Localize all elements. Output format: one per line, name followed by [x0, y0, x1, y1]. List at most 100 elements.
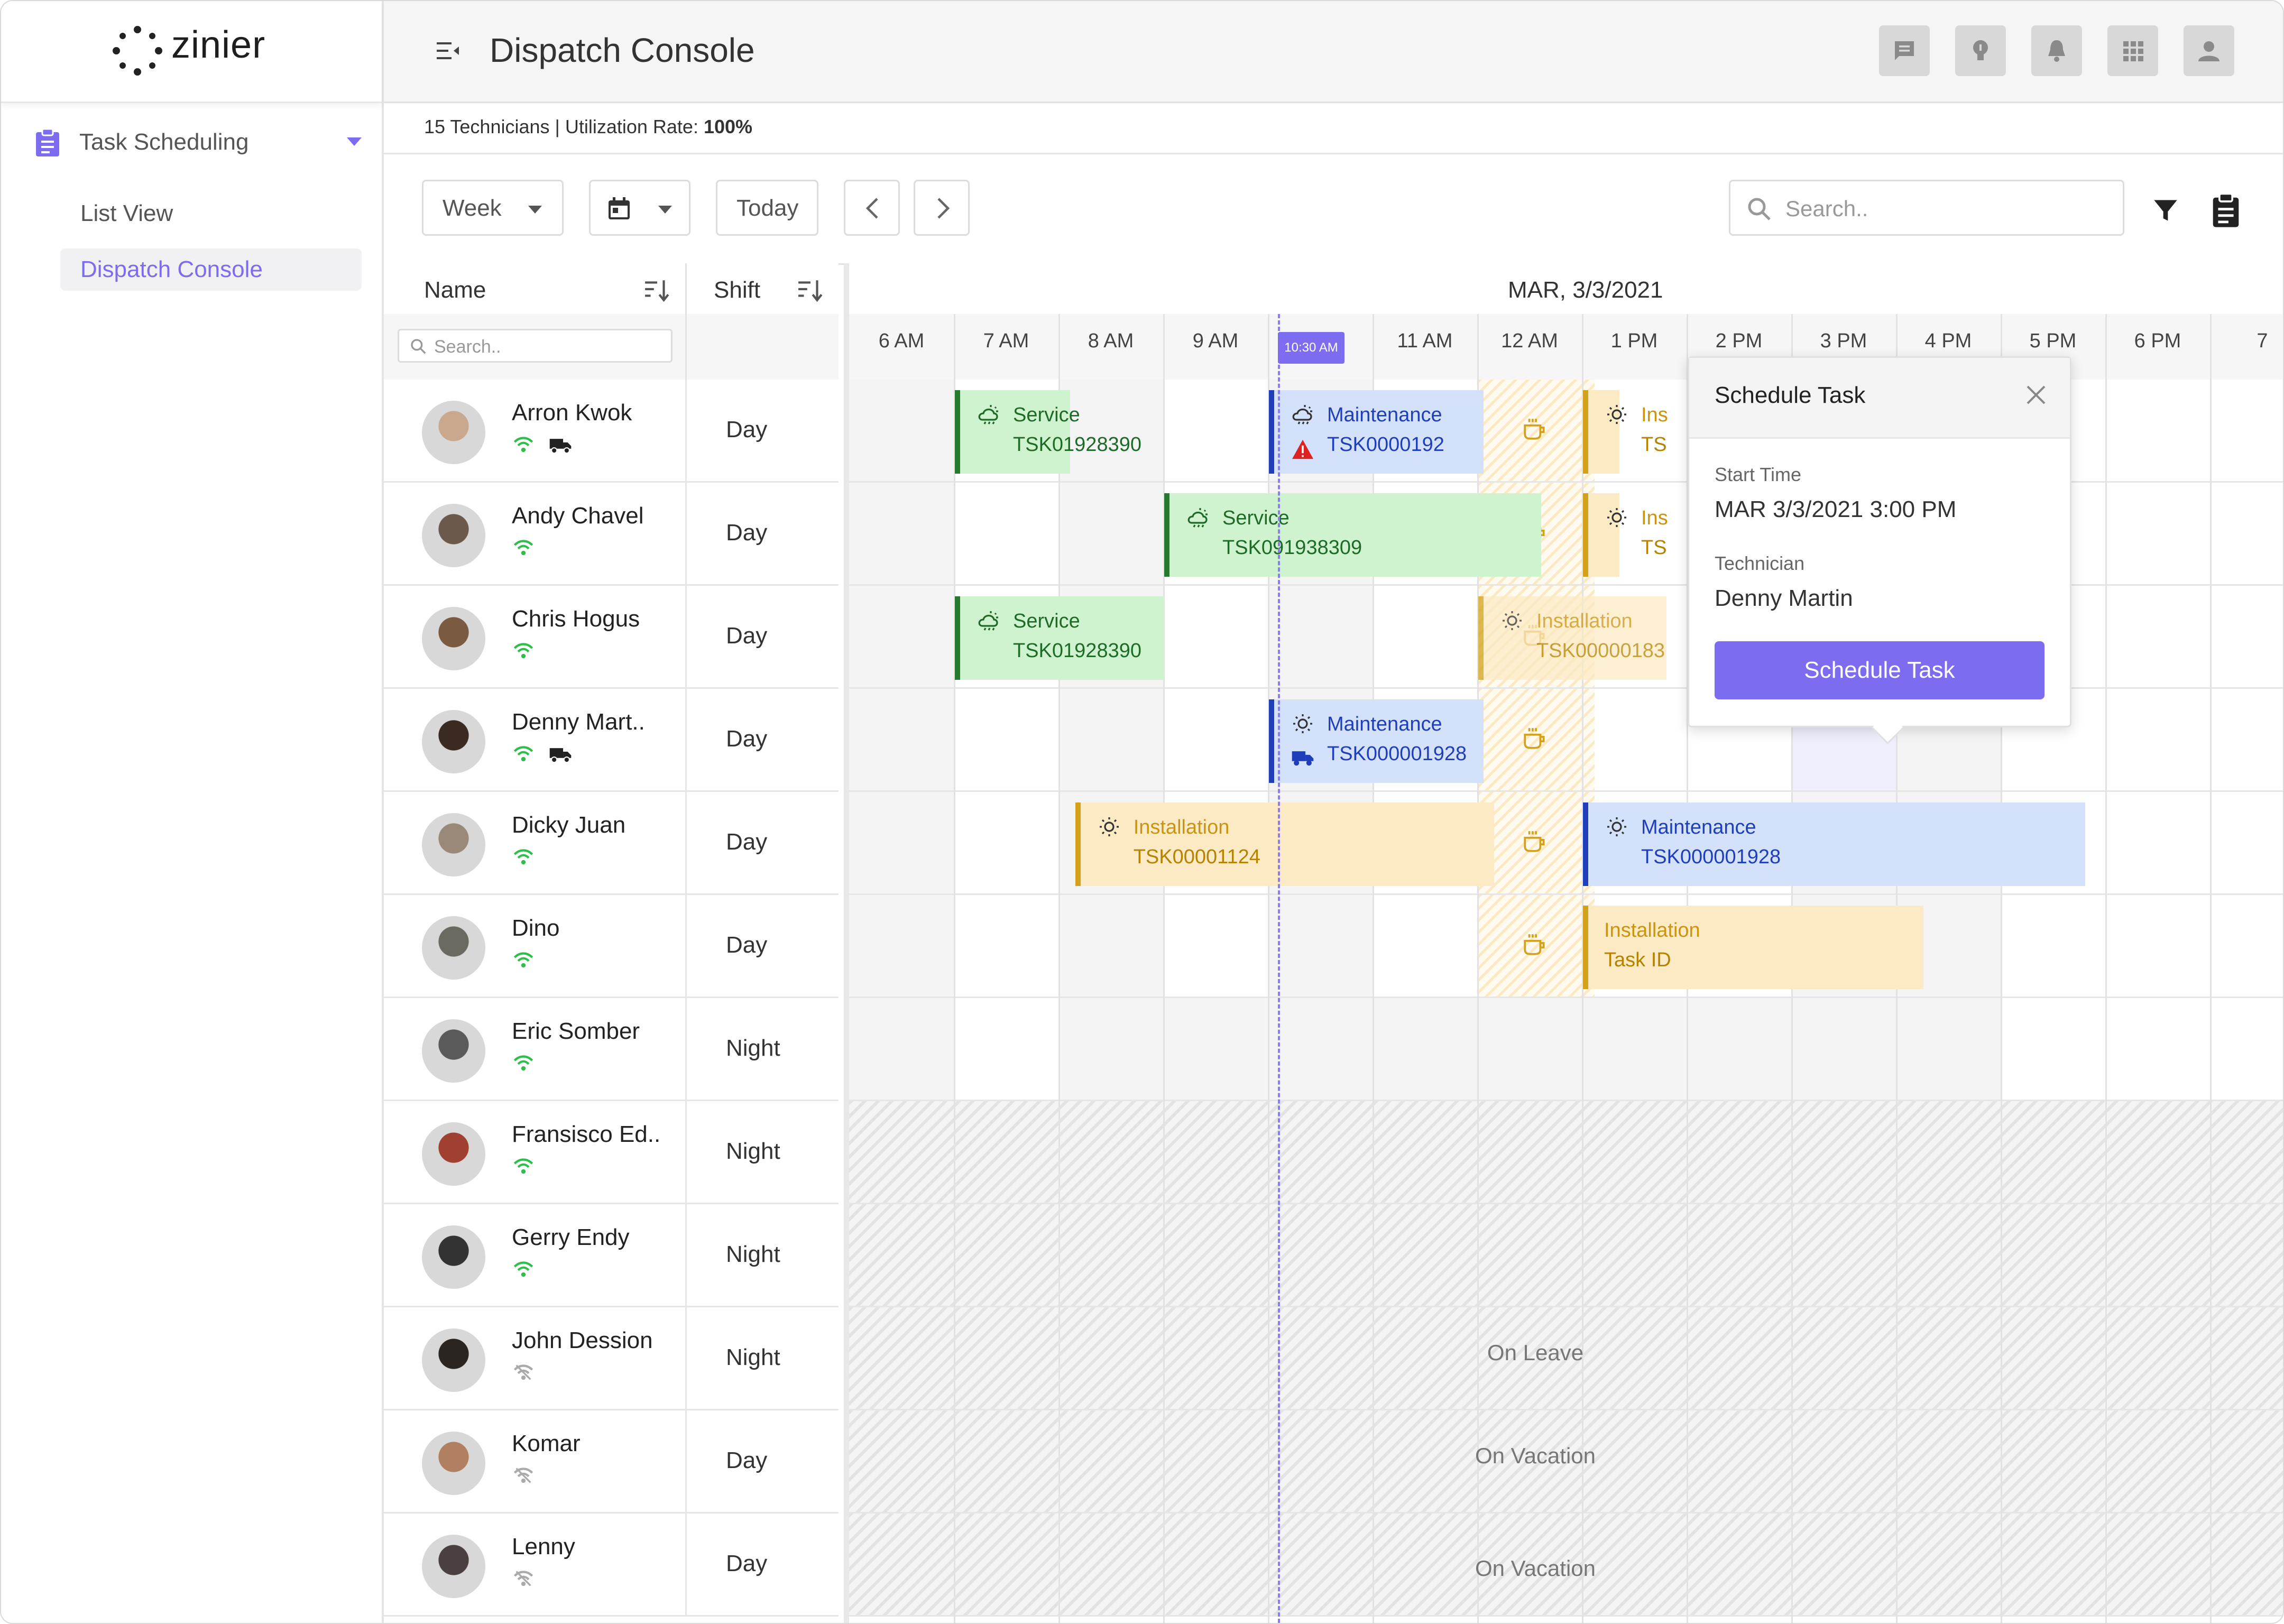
task-type: Installation: [1536, 610, 1633, 632]
timeline-row[interactable]: [849, 998, 2283, 1101]
technician-row[interactable]: Arron Kwok: [384, 380, 685, 483]
schedule-task-button[interactable]: Schedule Task: [1715, 641, 2044, 699]
cloud-sun-icon: [978, 611, 998, 631]
hour-label: 5 PM: [2029, 330, 2077, 352]
off-hours-cell: [849, 792, 954, 893]
hour-label: 4 PM: [1924, 330, 1972, 352]
technician-row[interactable]: Dino: [384, 895, 685, 998]
date-header: MAR, 3/3/2021: [849, 263, 2283, 316]
off-hours-cell: [1582, 998, 1687, 1100]
sidebar-item-list-view[interactable]: List View: [60, 192, 362, 235]
technician-row[interactable]: Komar: [384, 1410, 685, 1514]
task-type: Service: [1013, 610, 1080, 632]
nav-group-task-scheduling[interactable]: Task Scheduling: [34, 126, 362, 160]
close-icon[interactable]: [2025, 384, 2047, 405]
technician-row[interactable]: Eric Somber: [384, 998, 685, 1101]
truck-icon: [1292, 751, 1314, 766]
task-card[interactable]: Service TSK01928390: [955, 596, 1164, 680]
task-id: TSK000001928: [1641, 846, 1781, 868]
off-hours-cell: [1268, 895, 1373, 996]
filter-icon[interactable]: [2152, 197, 2179, 224]
off-hours-cell: [1163, 998, 1268, 1100]
wifi-icon: [513, 1261, 533, 1277]
task-card[interactable]: Service TSK01928390: [955, 390, 1141, 474]
timeline-row[interactable]: [849, 1204, 2283, 1307]
hour-label: 11 AM: [1397, 330, 1453, 352]
off-hours-cell: [1268, 586, 1373, 687]
wifi-icon: [513, 437, 533, 453]
task-id: TSK01928390: [1013, 640, 1141, 662]
technician-row[interactable]: Dicky Juan: [384, 792, 685, 895]
off-hours-cell: [1687, 998, 1791, 1100]
technician-name: Gerry Endy: [512, 1224, 630, 1250]
task-card[interactable]: Maintenance TSK000001928: [1583, 802, 2086, 886]
task-id: TS: [1641, 537, 1667, 559]
apps-button[interactable]: [2107, 25, 2158, 76]
hour-label: 2 PM: [1715, 330, 1763, 352]
technician-row[interactable]: John Dession: [384, 1307, 685, 1410]
page-title: Dispatch Console: [490, 31, 755, 69]
task-card[interactable]: Installation TSK00001124: [1075, 802, 1494, 886]
notifications-button[interactable]: [2031, 25, 2082, 76]
ideas-button[interactable]: [1955, 25, 2006, 76]
sort-icon[interactable]: [644, 278, 670, 302]
view-select[interactable]: Week: [422, 180, 564, 236]
next-button[interactable]: [914, 180, 970, 236]
logo-text: zinier: [171, 24, 266, 66]
cloud-sun-icon: [978, 405, 998, 425]
technician-row[interactable]: Chris Hogus: [384, 586, 685, 689]
shift-cell: Day: [685, 586, 839, 689]
app-window: zinier Task Scheduling List View Dispatc…: [0, 0, 2284, 1624]
column-divider: [685, 314, 687, 380]
task-card[interactable]: Maintenance TSK0000192: [1269, 390, 1484, 474]
utilization-text: 15 Technicians | Utilization Rate: 100%: [424, 116, 752, 138]
technician-row[interactable]: Denny Mart..: [384, 689, 685, 792]
task-card[interactable]: Service TSK091938309: [1164, 493, 1541, 577]
name-search-input[interactable]: Search..: [398, 329, 673, 363]
off-hours-cell: [849, 998, 954, 1100]
search-placeholder: Search..: [1785, 196, 1868, 221]
sun-icon: [1607, 508, 1626, 527]
clipboard-list-icon[interactable]: [2210, 192, 2242, 228]
today-label: Today: [736, 195, 799, 221]
task-id: TS: [1641, 433, 1667, 456]
collapse-menu-icon[interactable]: [437, 41, 460, 60]
task-card[interactable]: Ins TS: [1583, 493, 1668, 577]
technician-row[interactable]: Gerry Endy: [384, 1204, 685, 1307]
shift-label: Night: [726, 1344, 780, 1370]
technician-row[interactable]: Lenny: [384, 1514, 685, 1617]
technician-name: Andy Chavel: [512, 503, 644, 529]
chevron-down-icon[interactable]: [347, 137, 362, 146]
shift-label: Night: [726, 1241, 780, 1267]
task-card[interactable]: Installation TSK00000183: [1478, 596, 1667, 680]
date-picker-button[interactable]: [589, 180, 690, 236]
off-hours-cell: [1058, 380, 1163, 481]
break-cell: [1478, 895, 1595, 996]
profile-button[interactable]: [2184, 25, 2234, 76]
name-search-placeholder: Search..: [434, 337, 501, 357]
absence-label: On Leave: [1487, 1340, 1584, 1365]
sun-icon: [1293, 714, 1312, 733]
technician-row[interactable]: Fransisco Ed..: [384, 1101, 685, 1204]
task-card[interactable]: Maintenance TSK000001928: [1269, 699, 1484, 783]
prev-button[interactable]: [844, 180, 900, 236]
technician-value: Denny Martin: [1715, 585, 1853, 611]
wifi-icon: [513, 1158, 533, 1174]
sort-icon[interactable]: [797, 278, 824, 302]
view-select-value: Week: [443, 195, 502, 221]
sidebar-item-dispatch-console[interactable]: Dispatch Console: [60, 248, 362, 291]
avatar: [422, 504, 485, 567]
today-button[interactable]: Today: [716, 180, 818, 236]
task-card[interactable]: Installation Task ID: [1583, 906, 1923, 989]
technician-row[interactable]: Andy Chavel: [384, 483, 685, 586]
shift-label: Day: [726, 1551, 768, 1576]
search-input[interactable]: Search..: [1729, 180, 2124, 236]
timeline-row[interactable]: [849, 1101, 2283, 1204]
chevron-left-icon: [865, 198, 878, 219]
chat-button[interactable]: [1879, 25, 1930, 76]
off-hours-cell: [849, 380, 954, 481]
hour-gridline: [1058, 314, 1060, 1623]
task-card[interactable]: Ins TS: [1583, 390, 1668, 474]
avatar: [422, 1535, 485, 1598]
utilization-prefix: 15 Technicians | Utilization Rate:: [424, 116, 704, 137]
